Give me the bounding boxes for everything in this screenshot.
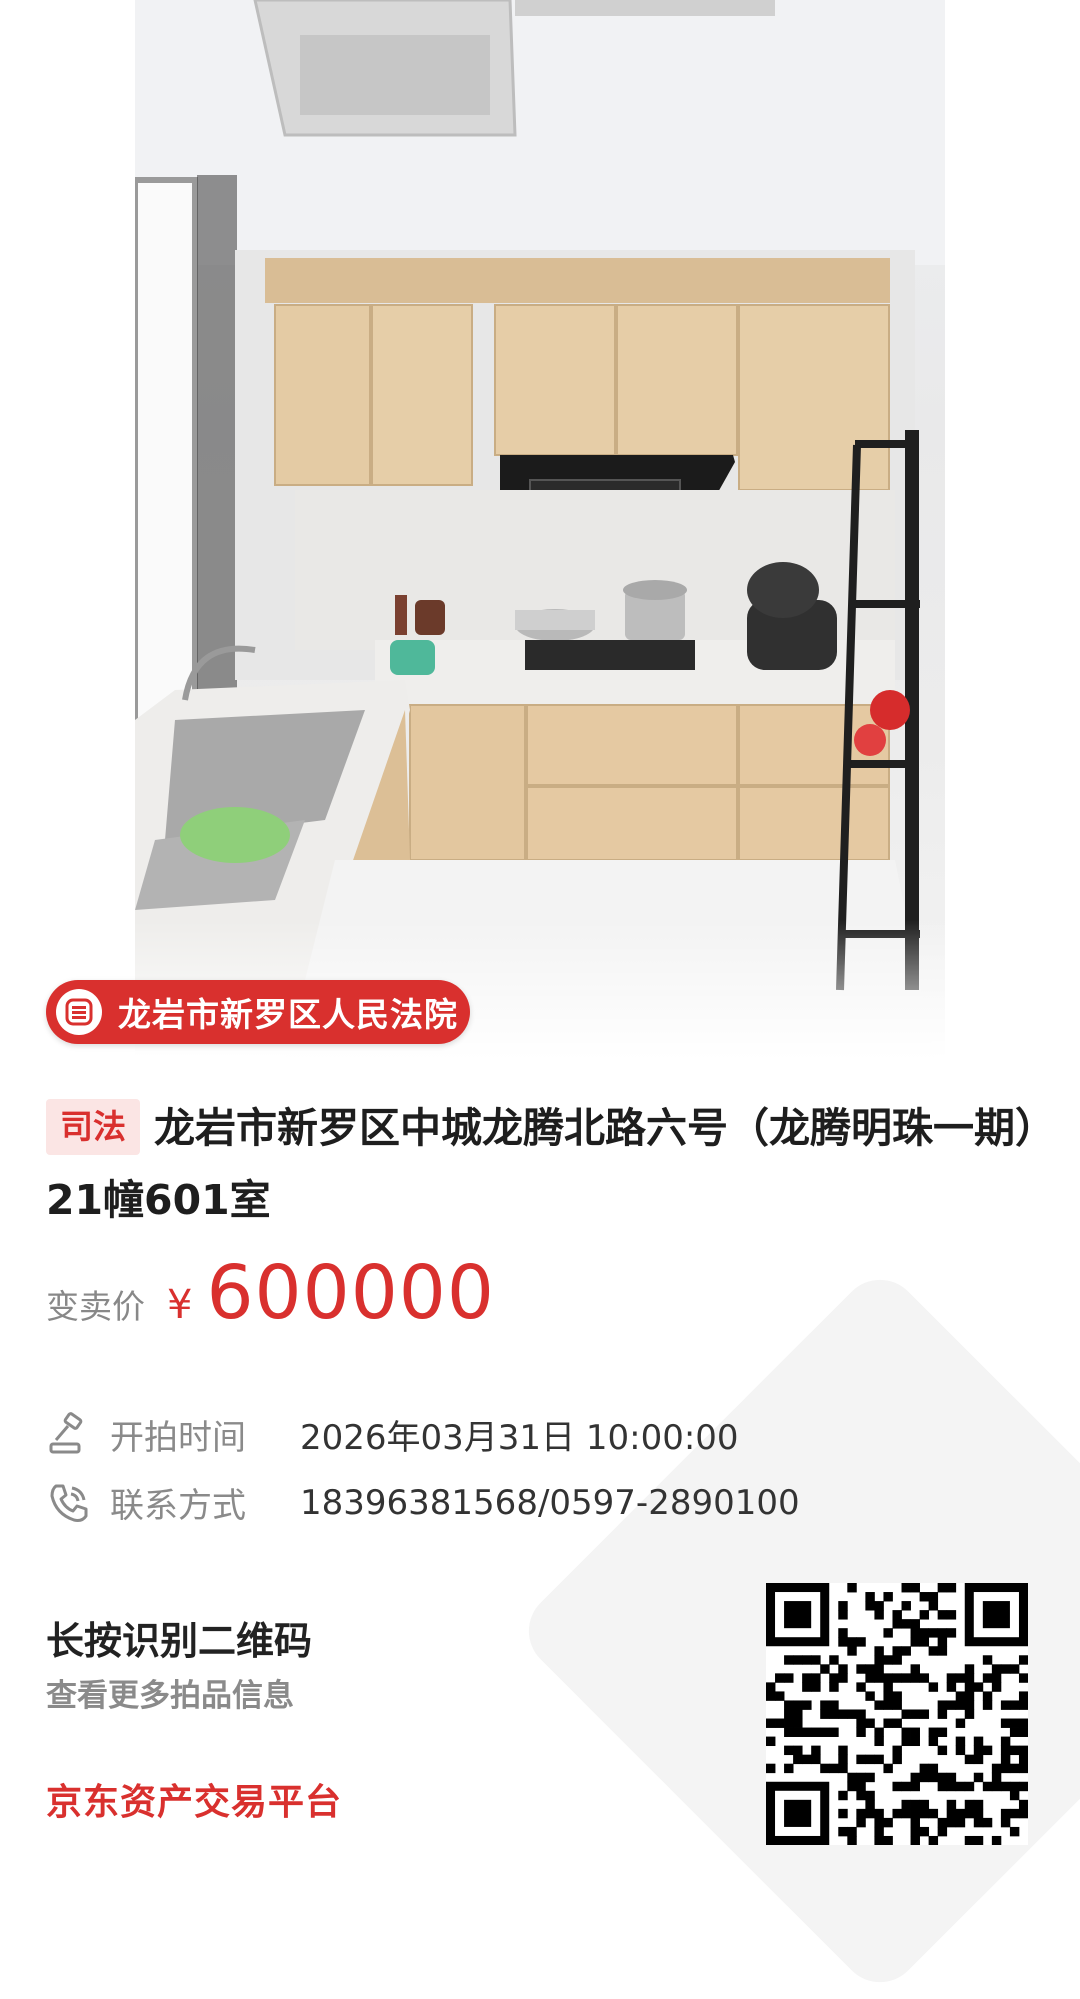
platform-logo: 京东资产交易平台 xyxy=(46,1782,343,1823)
qr-subtitle: 查看更多拍品信息 xyxy=(46,1678,294,1714)
contact-row: 联系方式 18396381568/0597-2890100 xyxy=(46,1478,800,1527)
court-name: 龙岩市新罗区人民法院 xyxy=(118,995,458,1034)
start-time-value: 2026年03月31日 10:00:00 xyxy=(300,1418,739,1458)
start-time-label: 开拍时间 xyxy=(110,1418,246,1458)
price-value: 600000 xyxy=(206,1250,495,1336)
price-currency: ¥ xyxy=(167,1282,193,1328)
judicial-tag: 司法 xyxy=(46,1099,140,1155)
qr-code[interactable] xyxy=(766,1583,1029,1846)
price-label: 变卖价 xyxy=(46,1287,145,1326)
listing-title-text: 龙岩市新罗区中城龙腾北路六号（龙腾明珠一期）21幢601室 xyxy=(46,1104,1036,1224)
contact-label: 联系方式 xyxy=(110,1486,246,1526)
kitchen-photo-illustration xyxy=(135,0,945,1060)
property-photo[interactable] xyxy=(135,0,945,1060)
start-time-row: 开拍时间 2026年03月31日 10:00:00 xyxy=(46,1410,739,1459)
contact-value[interactable]: 18396381568/0597-2890100 xyxy=(300,1483,800,1523)
phone-icon xyxy=(50,1484,88,1522)
court-badge[interactable]: 龙岩市新罗区人民法院 xyxy=(46,980,470,1044)
price-row: 变卖价 ¥ 600000 xyxy=(46,1250,495,1336)
court-icon xyxy=(56,989,102,1035)
listing-title: 司法 龙岩市新罗区中城龙腾北路六号（龙腾明珠一期）21幢601室 xyxy=(46,1092,1036,1236)
qr-title: 长按识别二维码 xyxy=(46,1619,313,1663)
qr-code-icon xyxy=(766,1583,1029,1846)
gavel-icon xyxy=(49,1411,83,1453)
